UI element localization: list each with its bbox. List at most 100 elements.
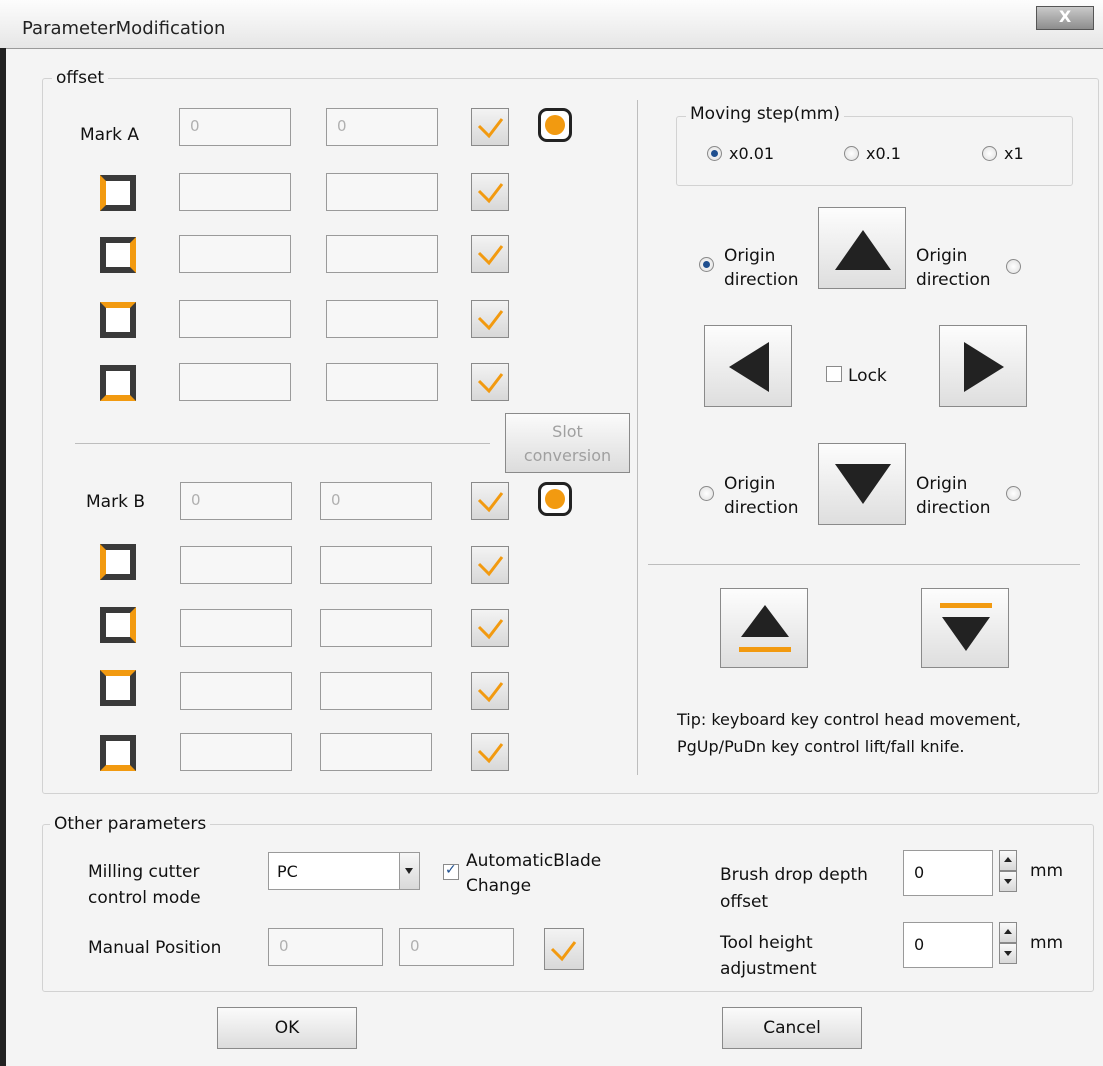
checkmark-icon [477, 556, 504, 577]
mark-b-left-x-input[interactable] [180, 546, 292, 584]
mark-a-top-x-input[interactable] [179, 300, 291, 338]
origin-direction-top-right-radio[interactable] [1006, 259, 1021, 274]
step-1-radio[interactable] [982, 146, 997, 161]
ok-button[interactable]: OK [217, 1007, 357, 1049]
manual-position-x-input[interactable]: 0 [268, 928, 383, 966]
panel-divider [637, 100, 638, 775]
step-01-radio[interactable] [844, 146, 859, 161]
checkmark-icon [477, 245, 504, 266]
right-arrow-icon [964, 342, 1004, 392]
mark-a-right-x-input[interactable] [179, 235, 291, 273]
mark-b-confirm-button[interactable] [471, 482, 509, 520]
lift-knife-button[interactable] [720, 588, 808, 668]
tool-height-input[interactable]: 0 [903, 922, 993, 968]
tool-height-value: 0 [914, 935, 925, 954]
mark-a-left-x-input[interactable] [179, 173, 291, 211]
mark-b-left-edge-icon [100, 544, 136, 580]
mark-b-top-x-input[interactable] [180, 672, 292, 710]
mark-b-right-confirm-button[interactable] [471, 609, 509, 647]
mark-a-y-input[interactable]: 0 [326, 108, 438, 146]
mark-a-left-y-input[interactable] [326, 173, 438, 211]
origin-direction-bottom-right-line1: Origin [916, 474, 968, 494]
origin-direction-bottom-left-radio[interactable] [699, 486, 714, 501]
mark-separator [75, 443, 490, 444]
mark-a-right-y-input[interactable] [326, 235, 438, 273]
title-bar[interactable]: ParameterModification X [0, 0, 1103, 49]
stepper-down-icon[interactable] [999, 943, 1017, 964]
mark-b-top-y-input[interactable] [320, 672, 432, 710]
manual-position-y-input[interactable]: 0 [399, 928, 514, 966]
checkmark-icon [477, 682, 504, 703]
close-button[interactable]: X [1036, 6, 1094, 30]
mark-a-left-confirm-button[interactable] [471, 173, 509, 211]
auto-blade-line1: AutomaticBlade [466, 851, 602, 871]
moving-step-group-label: Moving step(mm) [686, 104, 844, 124]
other-parameters-group-label: Other parameters [50, 814, 211, 834]
tool-label-line2: adjustment [720, 959, 817, 979]
mark-b-locate-button[interactable] [538, 482, 572, 516]
mark-b-bottom-y-input[interactable] [320, 733, 432, 771]
tip-text: Tip: keyboard key control head movement,… [677, 706, 1021, 760]
lock-checkbox[interactable] [826, 366, 842, 382]
mark-a-top-confirm-button[interactable] [471, 300, 509, 338]
mark-a-x-input[interactable]: 0 [179, 108, 291, 146]
slot-conversion-button[interactable]: Slot conversion [505, 413, 630, 473]
mark-b-bottom-x-input[interactable] [180, 733, 292, 771]
automatic-blade-change-checkbox[interactable] [443, 862, 459, 880]
origin-direction-bottom-right-line2: direction [916, 498, 991, 518]
milling-mode-select[interactable]: PC [268, 852, 420, 890]
step-1-label: x1 [1004, 144, 1024, 163]
mark-b-left-confirm-button[interactable] [471, 546, 509, 584]
move-left-button[interactable] [704, 325, 792, 407]
origin-direction-top-right-line2: direction [916, 270, 991, 290]
lift-knife-icon [739, 605, 791, 652]
fall-knife-button[interactable] [921, 588, 1009, 668]
lock-label: Lock [848, 366, 887, 386]
tip-line-1: Tip: keyboard key control head movement, [677, 710, 1021, 729]
chevron-down-icon[interactable] [399, 853, 419, 889]
stepper-up-icon[interactable] [999, 922, 1017, 943]
mark-b-right-x-input[interactable] [180, 609, 292, 647]
mark-b-bottom-confirm-button[interactable] [471, 733, 509, 771]
mark-a-confirm-button[interactable] [471, 108, 509, 146]
manual-position-confirm-button[interactable] [544, 928, 584, 970]
mark-a-locate-button[interactable] [538, 108, 572, 142]
step-001-radio[interactable] [707, 146, 722, 161]
mark-a-top-y-input[interactable] [326, 300, 438, 338]
move-up-button[interactable] [818, 207, 906, 289]
automatic-blade-change-label: AutomaticBlade Change [466, 849, 601, 899]
checkmark-icon [477, 492, 504, 513]
tool-height-unit: mm [1030, 933, 1064, 953]
checkmark-icon [550, 941, 577, 962]
mark-a-bottom-confirm-button[interactable] [471, 363, 509, 401]
mark-a-bottom-x-input[interactable] [179, 363, 291, 401]
origin-direction-bottom-left-label: Origin direction [724, 472, 799, 520]
origin-direction-bottom-right-label: Origin direction [916, 472, 991, 520]
move-down-button[interactable] [818, 443, 906, 525]
mark-b-top-confirm-button[interactable] [471, 672, 509, 710]
tool-label-line1: Tool height [720, 933, 813, 953]
brush-drop-depth-input[interactable]: 0 [903, 850, 993, 896]
move-right-button[interactable] [939, 325, 1027, 407]
brush-drop-depth-stepper[interactable] [999, 850, 1017, 894]
stepper-down-icon[interactable] [999, 871, 1017, 892]
mark-a-bottom-y-input[interactable] [326, 363, 438, 401]
mark-b-left-y-input[interactable] [320, 546, 432, 584]
mark-b-right-y-input[interactable] [320, 609, 432, 647]
mark-b-x-input[interactable]: 0 [180, 482, 292, 520]
mark-b-label: Mark B [86, 492, 145, 512]
mark-a-right-confirm-button[interactable] [471, 235, 509, 273]
mark-b-y-input[interactable]: 0 [320, 482, 432, 520]
tool-height-stepper[interactable] [999, 922, 1017, 966]
origin-direction-top-left-radio[interactable] [699, 257, 714, 272]
stepper-up-icon[interactable] [999, 850, 1017, 871]
origin-direction-bottom-right-radio[interactable] [1006, 486, 1021, 501]
cancel-button[interactable]: Cancel [722, 1007, 862, 1049]
mark-a-top-edge-icon [100, 302, 136, 338]
milling-label-line2: control mode [88, 888, 201, 908]
checkmark-icon [477, 619, 504, 640]
offset-group-label: offset [52, 68, 109, 88]
milling-mode-value: PC [277, 862, 298, 881]
checkmark-icon [477, 183, 504, 204]
brush-label-line1: Brush drop depth [720, 865, 868, 885]
